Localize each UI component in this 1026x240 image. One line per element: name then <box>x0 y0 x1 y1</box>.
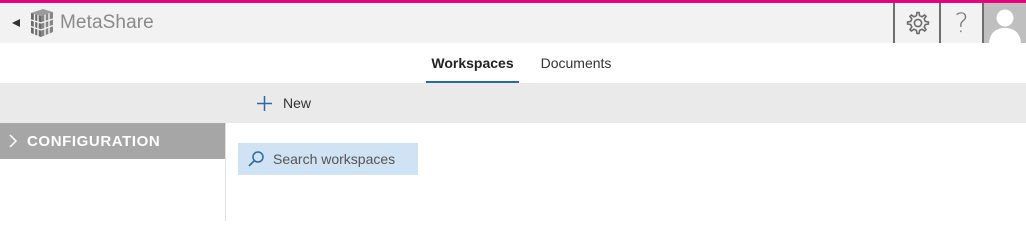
app-title: MetaShare <box>60 12 154 33</box>
user-avatar-icon <box>989 9 1021 43</box>
tab-documents[interactable]: Documents <box>531 43 621 83</box>
gear-icon <box>906 11 929 35</box>
sidebar-item-label: CONFIGURATION <box>27 132 161 150</box>
back-arrow-icon[interactable] <box>9 16 23 30</box>
chevron-right-icon <box>9 134 18 148</box>
settings-button[interactable] <box>893 3 938 43</box>
top-bar: MetaShare ? <box>0 3 1026 43</box>
help-icon: ? <box>954 7 969 39</box>
search-box[interactable] <box>238 143 418 175</box>
cube-logo-icon <box>25 7 55 39</box>
user-avatar[interactable] <box>984 3 1026 43</box>
search-icon <box>248 151 264 167</box>
plus-icon <box>257 95 272 111</box>
new-button-label: New <box>283 95 312 111</box>
search-input[interactable] <box>273 151 413 167</box>
sidebar-item-configuration[interactable]: CONFIGURATION <box>0 123 225 159</box>
tab-workspaces[interactable]: Workspaces <box>426 43 519 83</box>
sidebar: CONFIGURATION <box>0 123 226 221</box>
action-bar: New <box>0 83 1026 123</box>
new-button[interactable]: New <box>256 83 311 123</box>
tab-bar: Workspaces Documents <box>0 43 1026 83</box>
help-button[interactable]: ? <box>939 3 984 43</box>
